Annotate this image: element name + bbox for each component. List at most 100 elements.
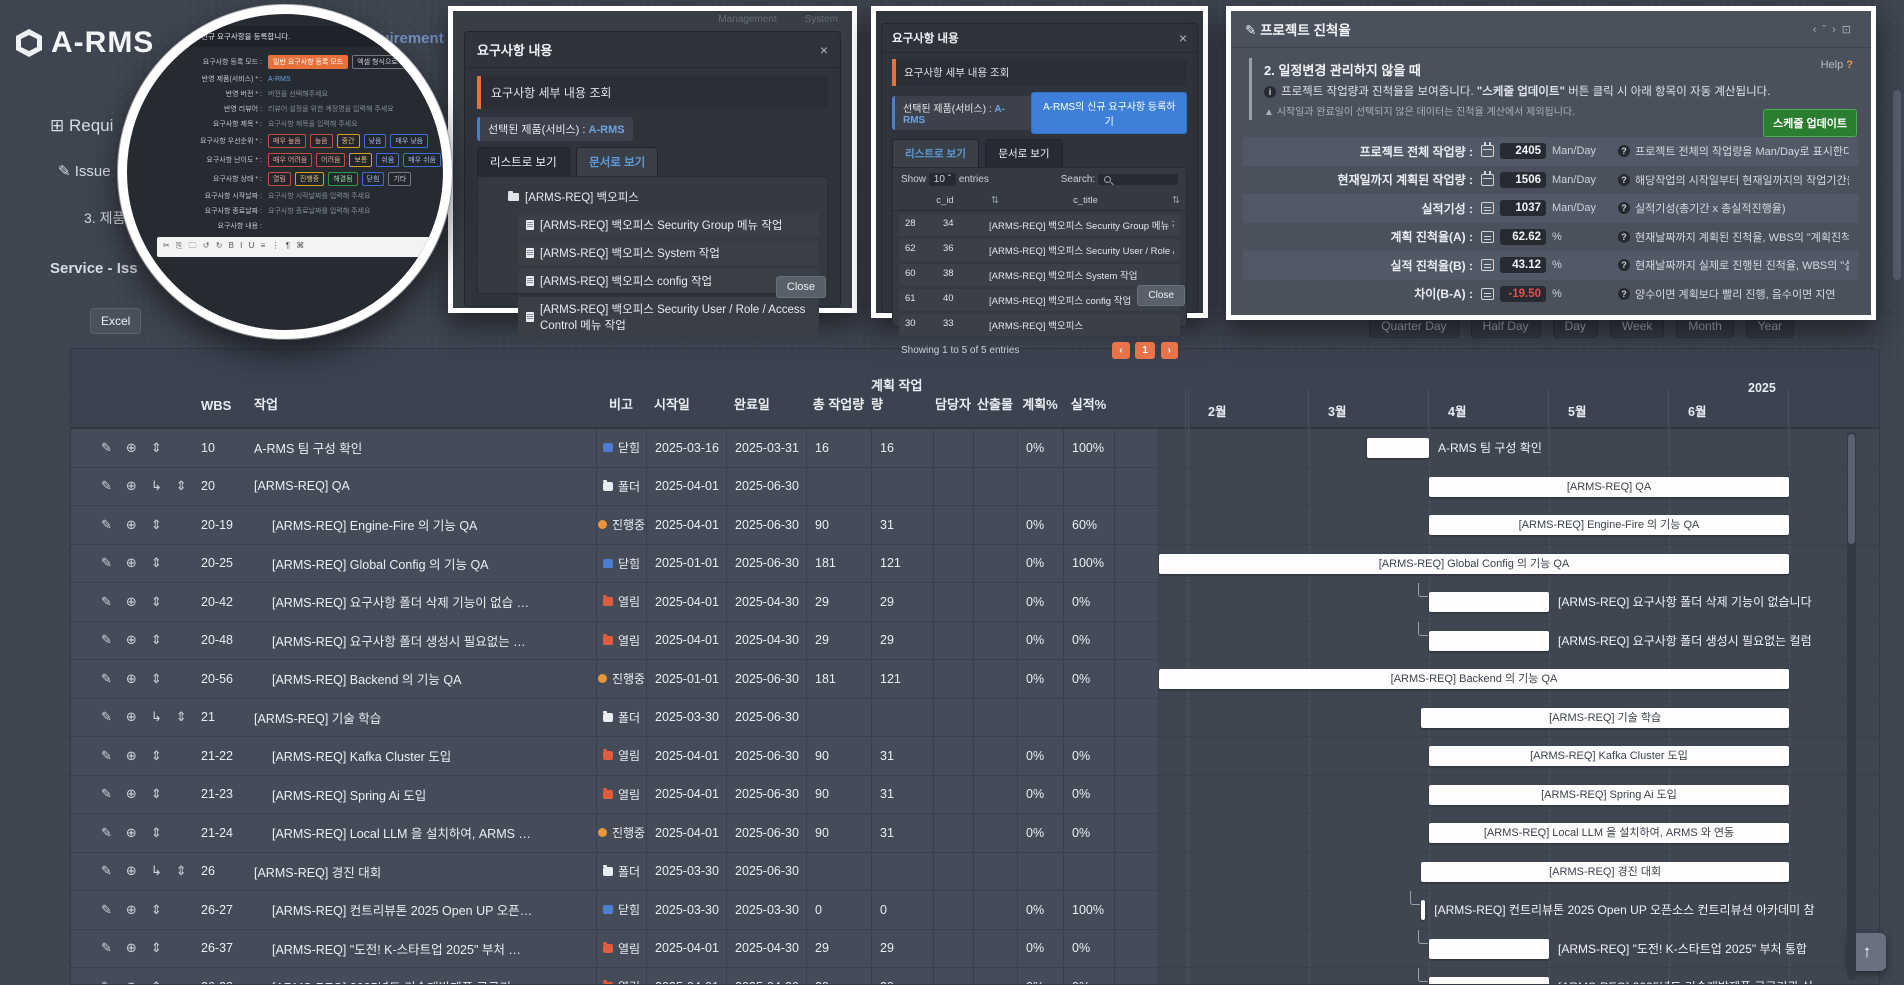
tab-list-view[interactable]: 리스트로 보기 (892, 139, 979, 167)
pagination-prev[interactable]: ‹ (1112, 342, 1129, 359)
form-option-chip[interactable]: 닫힘 (362, 172, 385, 186)
pagination-next[interactable]: › (1161, 342, 1178, 359)
gantt-bar[interactable]: [ARMS-REQ] Engine-Fire 의 기능 QA (1429, 515, 1789, 535)
task-cell[interactable]: [ARMS-REQ] Kafka Cluster 도입 (246, 737, 596, 775)
gantt-bar[interactable] (1429, 631, 1549, 651)
gantt-scrollbar-thumb[interactable] (1848, 434, 1855, 544)
gantt-bar[interactable]: [ARMS-REQ] QA (1429, 477, 1789, 497)
indent-icon[interactable]: ↳ (151, 863, 162, 879)
add-row-icon[interactable]: ⊕ (126, 517, 137, 533)
list-item[interactable]: 6236[ARMS-REQ] 백오피스 Security User / Role… (899, 239, 1180, 261)
gantt-bar[interactable]: [ARMS-REQ] Spring Ai 도입 (1429, 785, 1789, 805)
add-row-icon[interactable]: ⊕ (126, 555, 137, 571)
add-row-icon[interactable]: ⊕ (126, 748, 137, 764)
form-field-value[interactable]: 요구사항 시작날짜를 입력해 주세요 (268, 191, 370, 201)
register-requirement-button[interactable]: A-RMS의 신규 요구사항 등록하기 (1031, 92, 1187, 134)
collapse-right-icon[interactable]: › (1832, 24, 1842, 36)
task-cell[interactable]: [ARMS-REQ] Spring Ai 도입 (246, 776, 596, 814)
pagination-page-1[interactable]: 1 (1135, 342, 1155, 359)
form-option-chip[interactable]: 매우 높음 (268, 134, 306, 148)
add-row-icon[interactable]: ⊕ (126, 632, 137, 648)
task-cell[interactable]: [ARMS-REQ] 요구사항 폴더 생성시 필요없는 … (246, 622, 596, 660)
col-header-total[interactable]: 총 작업량 (806, 349, 871, 427)
add-row-icon[interactable]: ⊕ (126, 940, 137, 956)
table-row[interactable]: ✎⊕⇕20-48[ARMS-REQ] 요구사항 폴더 생성시 필요없는 …열림2… (71, 622, 1879, 661)
close-icon[interactable]: × (820, 43, 828, 57)
edit-row-icon[interactable]: ✎ (101, 940, 112, 956)
edit-row-icon[interactable]: ✎ (101, 902, 112, 918)
gantt-bar[interactable]: [ARMS-REQ] Global Config 의 기능 QA (1159, 554, 1789, 574)
move-row-icon[interactable]: ⇕ (151, 594, 162, 610)
gantt-scrollbar[interactable] (1847, 432, 1856, 980)
edit-row-icon[interactable]: ✎ (101, 786, 112, 802)
gantt-bar[interactable]: [ARMS-REQ] Kafka Cluster 도입 (1429, 746, 1789, 766)
table-row[interactable]: ✎⊕⇕21-24[ARMS-REQ] Local LLM 을 설치하여, ARM… (71, 814, 1879, 853)
table-row[interactable]: ✎⊕⇕10A-RMS 팀 구성 확인닫힘2025-03-162025-03-31… (71, 429, 1879, 468)
move-row-icon[interactable]: ⇕ (151, 940, 162, 956)
edit-row-icon[interactable]: ✎ (101, 555, 112, 571)
task-cell[interactable]: [ARMS-REQ] Global Config 의 기능 QA (246, 545, 596, 583)
task-cell[interactable]: [ARMS-REQ] Local LLM 을 설치하여, ARMS … (246, 814, 596, 852)
edit-row-icon[interactable]: ✎ (101, 517, 112, 533)
tab-doc-view[interactable]: 문서로 보기 (985, 139, 1062, 167)
list-item[interactable]: 2834[ARMS-REQ] 백오피스 Security Group 메뉴 작업 (899, 214, 1180, 236)
expand-icon[interactable]: ⊡ (1842, 24, 1857, 36)
chevron-down-icon[interactable]: ˇ (1822, 24, 1832, 36)
panel-window-controls[interactable]: ‹ˇ›⊡ (1813, 23, 1857, 36)
table-row[interactable]: ✎⊕↳⇕20[ARMS-REQ] QA폴더2025-04-012025-06-3… (71, 468, 1879, 507)
edit-row-icon[interactable]: ✎ (101, 979, 112, 985)
task-cell[interactable]: [ARMS-REQ] 요구사항 폴더 삭제 기능이 없습 … (246, 583, 596, 621)
form-field-value[interactable]: 리뷰어 설정을 위한 계정명을 입력해 주세요 (268, 104, 394, 114)
edit-row-icon[interactable]: ✎ (101, 709, 112, 725)
table-row[interactable]: ✎⊕⇕21-23[ARMS-REQ] Spring Ai 도입열림2025-04… (71, 776, 1879, 815)
task-cell[interactable]: [ARMS-REQ] "도전! K-스타트업 2025" 부처 … (246, 930, 596, 968)
gantt-bar[interactable] (1429, 592, 1549, 612)
add-row-icon[interactable]: ⊕ (126, 709, 137, 725)
gantt-bar[interactable] (1367, 438, 1429, 458)
add-row-icon[interactable]: ⊕ (126, 671, 137, 687)
col-c-id[interactable]: c_id (899, 195, 991, 206)
add-row-icon[interactable]: ⊕ (126, 825, 137, 841)
form-option-chip[interactable]: 진행중 (295, 172, 324, 186)
edit-row-icon[interactable]: ✎ (101, 825, 112, 841)
move-row-icon[interactable]: ⇕ (151, 825, 162, 841)
edit-row-icon[interactable]: ✎ (101, 671, 112, 687)
task-cell[interactable]: [ARMS-REQ] QA (246, 468, 596, 506)
table-row[interactable]: ✎⊕⇕26-27[ARMS-REQ] 컨트리뷰톤 2025 Open UP 오픈… (71, 891, 1879, 930)
add-row-icon[interactable]: ⊕ (126, 979, 137, 985)
table-row[interactable]: ✎⊕⇕26-37[ARMS-REQ] "도전! K-스타트업 2025" 부처 … (71, 930, 1879, 969)
form-option-chip[interactable]: 어려움 (316, 153, 345, 167)
list-item[interactable]: 3033[ARMS-REQ] 백오피스 (899, 314, 1180, 336)
tab-list-view[interactable]: 리스트로 보기 (477, 147, 570, 176)
tree-item[interactable]: [ARMS-REQ] 백오피스 Security User / Role / A… (518, 297, 819, 337)
add-row-icon[interactable]: ⊕ (126, 863, 137, 879)
field-value[interactable]: 62.62 (1500, 229, 1546, 245)
edit-row-icon[interactable]: ✎ (101, 440, 112, 456)
task-cell[interactable]: [ARMS-REQ] 2025년도 기술개발제품 공공기… (246, 968, 596, 985)
move-row-icon[interactable]: ⇕ (151, 786, 162, 802)
col-header-wbs[interactable]: WBS (193, 349, 246, 427)
table-row[interactable]: ✎⊕⇕20-42[ARMS-REQ] 요구사항 폴더 삭제 기능이 없습 …열림… (71, 583, 1879, 622)
move-row-icon[interactable]: ⇕ (151, 517, 162, 533)
task-cell[interactable]: [ARMS-REQ] Engine-Fire 의 기능 QA (246, 506, 596, 544)
form-option-chip[interactable]: 열림 (268, 172, 291, 186)
edit-row-icon[interactable]: ✎ (101, 748, 112, 764)
form-option-chip[interactable]: 매우 어려움 (268, 153, 312, 167)
gantt-bar[interactable] (1429, 939, 1549, 959)
list-popup-close-button[interactable]: Close (1137, 285, 1185, 306)
task-cell[interactable]: [ARMS-REQ] 기술 학습 (246, 699, 596, 737)
form-option-chip[interactable]: 중간 (337, 134, 360, 148)
indent-icon[interactable]: ↳ (151, 709, 162, 725)
field-value[interactable]: 2405 (1500, 143, 1546, 159)
close-icon[interactable]: × (1179, 31, 1187, 45)
move-row-icon[interactable]: ⇕ (151, 555, 162, 571)
search-input[interactable] (1098, 174, 1178, 185)
form-option-chip[interactable]: 매우 쉬움 (403, 153, 441, 167)
edit-row-icon[interactable]: ✎ (101, 863, 112, 879)
gantt-bar[interactable]: [ARMS-REQ] 기술 학습 (1421, 708, 1789, 728)
form-field-value[interactable]: 요구사항 종료날짜를 입력해 주세요 (268, 206, 370, 216)
form-field-value[interactable]: 버전을 선택해주세요 (268, 89, 328, 99)
table-row[interactable]: ✎⊕⇕20-56[ARMS-REQ] Backend 의 기능 QA진행중202… (71, 660, 1879, 699)
form-option-chip[interactable]: 낮음 (364, 134, 387, 148)
form-option-chip[interactable]: 높음 (310, 134, 333, 148)
